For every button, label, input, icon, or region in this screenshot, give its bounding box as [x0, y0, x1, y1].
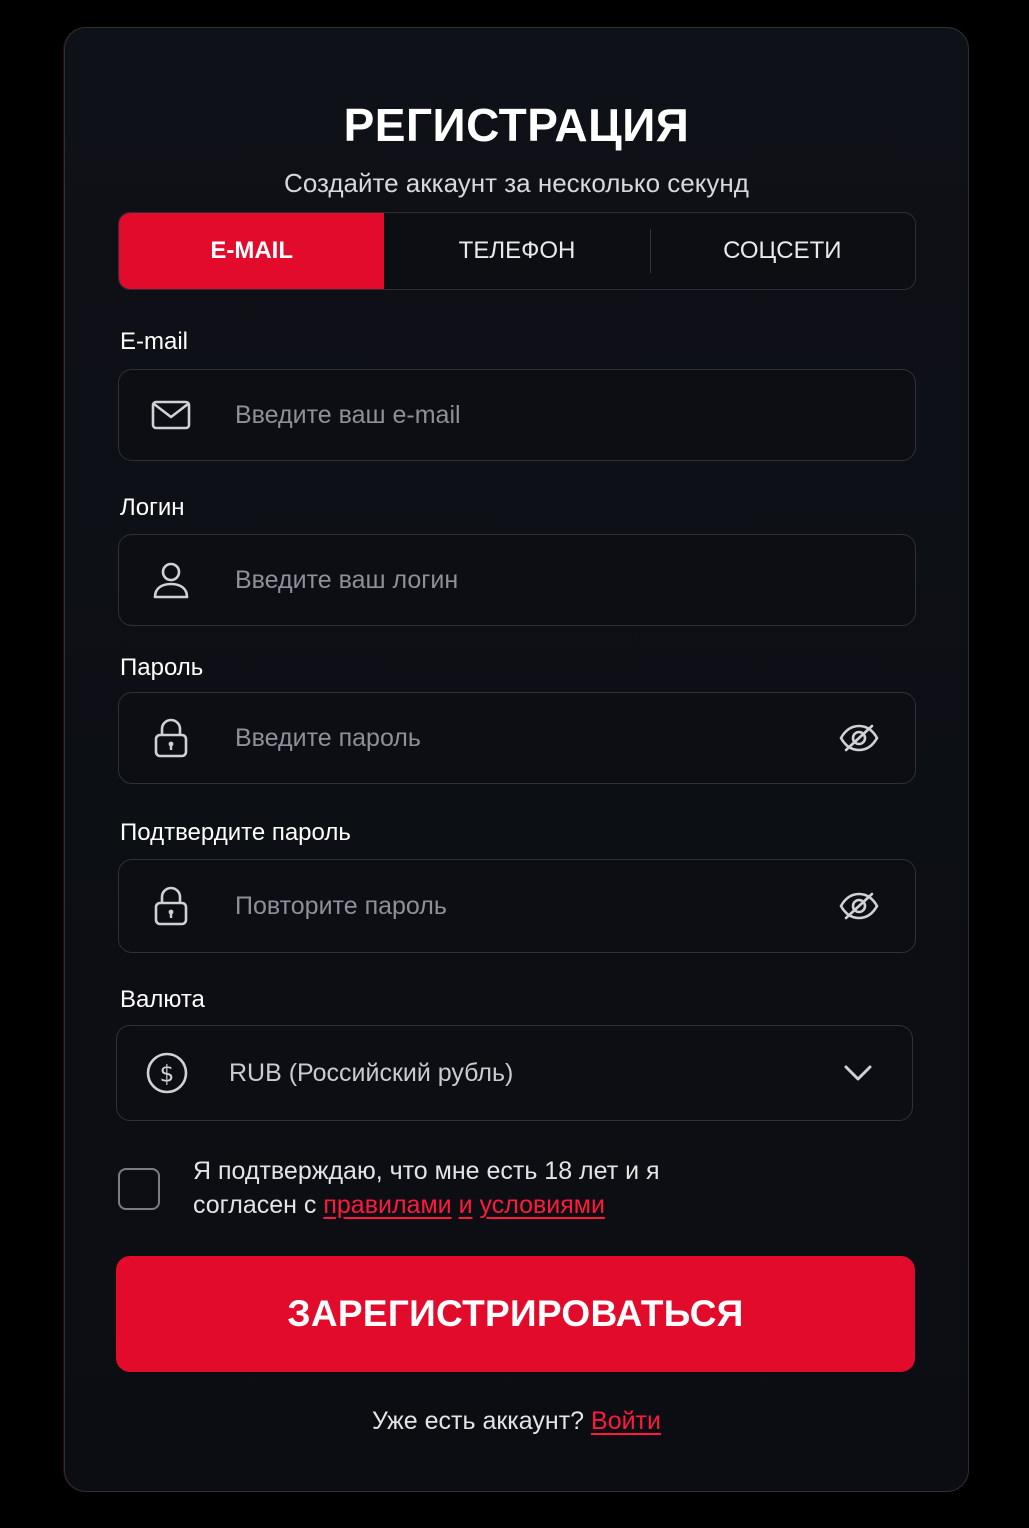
and-link[interactable]: и — [459, 1191, 473, 1219]
page-title: РЕГИСТРАЦИЯ — [343, 99, 690, 151]
confirm-password-label: Подтвердите пароль — [120, 819, 351, 846]
agreement-line1: Я подтверждаю, что мне есть 18 лет и я — [193, 1157, 660, 1185]
registration-method-tabs: E-MAIL ТЕЛЕФОН СОЦСЕТИ — [118, 212, 916, 290]
terms-link[interactable]: условиями — [479, 1191, 604, 1219]
login-prompt: Уже есть аккаунт? Войти — [65, 1407, 968, 1436]
email-field — [118, 369, 916, 461]
login-link[interactable]: Войти — [591, 1407, 661, 1435]
eye-off-icon[interactable] — [837, 716, 881, 760]
password-label: Пароль — [120, 654, 204, 681]
confirm-password-field — [118, 859, 916, 953]
agreement-prefix: согласен с — [193, 1191, 324, 1219]
registration-card: РЕГИСТРАЦИЯ Создайте аккаунт за нескольк… — [64, 27, 969, 1492]
login-label: Логин — [120, 494, 185, 521]
lock-icon — [149, 716, 193, 760]
password-field — [118, 692, 916, 784]
currency-value: RUB (Российский рубль) — [229, 1058, 514, 1087]
email-input[interactable] — [235, 370, 795, 460]
currency-label: Валюта — [120, 986, 205, 1013]
envelope-icon — [149, 393, 193, 437]
confirm-password-input[interactable] — [235, 860, 795, 952]
lock-icon — [149, 884, 193, 928]
currency-select[interactable]: $ RUB (Российский рубль) — [116, 1025, 913, 1121]
chevron-down-icon — [840, 1055, 876, 1091]
tab-email[interactable]: E-MAIL — [119, 213, 385, 289]
login-question: Уже есть аккаунт? — [372, 1407, 592, 1435]
agreement-checkbox[interactable] — [118, 1168, 160, 1210]
login-field — [118, 534, 916, 626]
agreement-text: Я подтверждаю, что мне есть 18 лет и я с… — [193, 1154, 753, 1222]
svg-text:$: $ — [160, 1062, 175, 1088]
password-input[interactable] — [235, 693, 795, 783]
dollar-circle-icon: $ — [145, 1051, 189, 1095]
eye-off-icon[interactable] — [837, 884, 881, 928]
tab-social[interactable]: СОЦСЕТИ — [649, 213, 915, 289]
page-subtitle: Создайте аккаунт за несколько секунд — [284, 168, 749, 198]
tab-phone[interactable]: ТЕЛЕФОН — [384, 213, 649, 289]
register-button[interactable]: ЗАРЕГИСТРИРОВАТЬСЯ — [116, 1256, 915, 1372]
email-label: E-mail — [120, 328, 189, 355]
user-icon — [149, 558, 193, 602]
login-input[interactable] — [235, 535, 795, 625]
rules-link[interactable]: правилами — [323, 1191, 451, 1219]
